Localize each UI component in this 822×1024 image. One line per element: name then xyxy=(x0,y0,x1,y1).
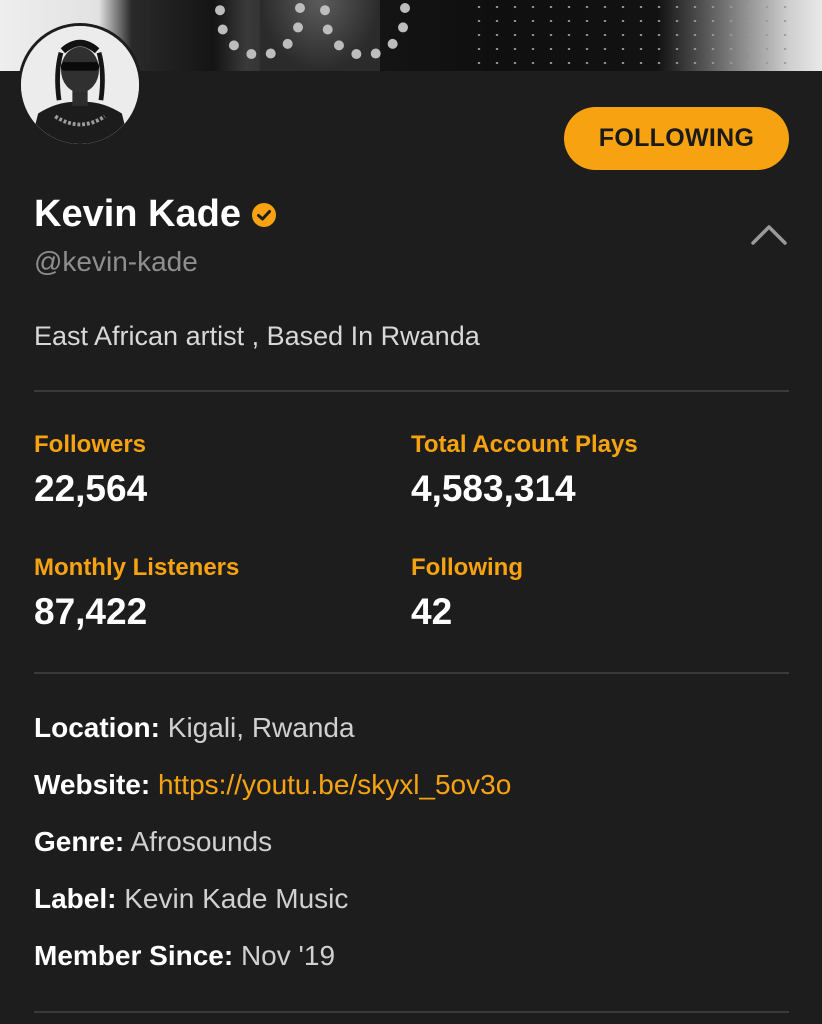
stat-label-monthly-listeners: Monthly Listeners xyxy=(34,554,240,581)
detail-label: Website: xyxy=(34,769,151,800)
stat-label-total-plays: Total Account Plays xyxy=(411,431,638,458)
detail-label: Label: xyxy=(34,883,117,914)
artist-bio: East African artist , Based In Rwanda xyxy=(34,321,480,351)
detail-label-record: Label: Kevin Kade Music xyxy=(34,883,348,915)
artist-name: Kevin Kade xyxy=(34,193,241,235)
divider xyxy=(34,390,789,392)
profile-name-row: Kevin Kade xyxy=(34,193,277,236)
stat-label-followers: Followers xyxy=(34,431,147,458)
stat-value-following[interactable]: 42 xyxy=(411,591,452,633)
verified-check-icon xyxy=(251,202,276,227)
detail-label: Member Since: xyxy=(34,940,234,971)
detail-location: Location: Kigali, Rwanda xyxy=(34,712,355,744)
following-button[interactable]: FOLLOWING xyxy=(564,107,789,170)
stat-value-monthly-listeners: 87,422 xyxy=(34,591,148,632)
profile-page: FOLLOWING Kevin Kade @kevin-kade East Af… xyxy=(0,0,822,1024)
divider xyxy=(34,672,789,674)
stat-label-following: Following xyxy=(411,554,523,581)
detail-value: Kevin Kade Music xyxy=(124,883,349,914)
detail-value: Kigali, Rwanda xyxy=(167,712,355,743)
divider xyxy=(34,1011,789,1013)
detail-value: Nov '19 xyxy=(240,940,336,971)
stat-value-followers[interactable]: 22,564 xyxy=(34,468,147,510)
detail-label: Location: xyxy=(34,712,160,743)
detail-label: Genre: xyxy=(34,826,125,857)
avatar[interactable] xyxy=(18,23,142,147)
website-link[interactable]: https://youtu.be/skyxl_5ov3o xyxy=(158,769,511,800)
detail-website: Website: https://youtu.be/skyxl_5ov3o xyxy=(34,769,511,801)
detail-member-since: Member Since: Nov '19 xyxy=(34,940,335,972)
detail-value: Afrosounds xyxy=(130,826,273,857)
chevron-up-icon[interactable] xyxy=(750,222,788,246)
detail-genre: Genre: Afrosounds xyxy=(34,826,272,858)
artist-handle: @kevin-kade xyxy=(34,246,198,277)
stat-value-total-plays: 4,583,314 xyxy=(411,468,576,509)
